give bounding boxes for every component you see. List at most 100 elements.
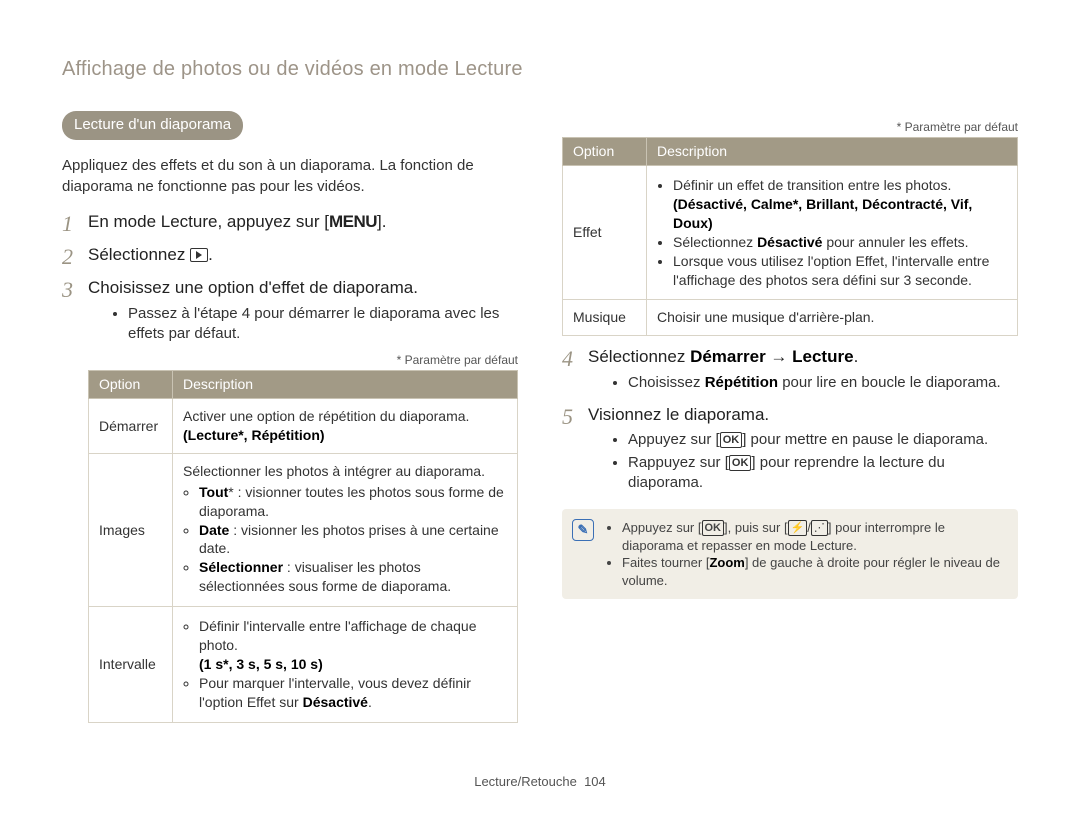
step-3-sublist: Passez à l'étape 4 pour démarrer le diap…: [88, 304, 518, 345]
step-5-sublist: Appuyez sur [OK] pour mettre en pause le…: [588, 430, 1018, 493]
txt: Choisissez: [628, 374, 705, 391]
opt-intervalle-desc: Définir l'intervalle entre l'affichage d…: [173, 607, 518, 722]
step-3: Choisissez une option d'effet de diapora…: [62, 277, 518, 723]
txt: ], puis sur [: [724, 520, 788, 535]
table-row: Images Sélectionner les photos à intégre…: [89, 453, 518, 606]
step-3-title: Choisissez une option d'effet de diapora…: [88, 278, 418, 297]
list-item: Lorsque vous utilisez l'option Effet, l'…: [673, 252, 1007, 290]
step-2-text-b: .: [208, 245, 213, 264]
ok-button-icon: OK: [720, 432, 743, 448]
list-item: Faites tourner [Zoom] de gauche à droite…: [622, 554, 1004, 589]
note-box: ✎ Appuyez sur [OK], puis sur [⚡/⋰] pour …: [562, 509, 1018, 599]
step-1: En mode Lecture, appuyez sur [MENU].: [62, 211, 518, 234]
table-row: Musique Choisir une musique d'arrière-pl…: [563, 300, 1018, 336]
bold-repetition: Répétition: [705, 374, 778, 391]
list-item: Pour marquer l'intervalle, vous devez dé…: [199, 674, 507, 712]
txt: * : visionner toutes les photos sous for…: [199, 484, 504, 519]
step-1-text-b: ].: [377, 212, 386, 231]
step-4: Sélectionnez Démarrer → Lecture. Choisis…: [562, 346, 1018, 393]
th-description: Description: [173, 371, 518, 399]
txt: pour lire en boucle le diaporama.: [778, 374, 1001, 391]
footer-section: Lecture/Retouche: [474, 774, 577, 789]
footer-page-number: 104: [584, 774, 606, 789]
list-item: Date : visionner les photos prises à une…: [199, 521, 507, 559]
right-column: * Paramètre par défaut Option Descriptio…: [562, 111, 1018, 729]
menu-button-label: MENU: [329, 212, 377, 231]
page-header: Affichage de photos ou de vidéos en mode…: [62, 56, 1018, 83]
page-footer: Lecture/Retouche 104: [0, 773, 1080, 791]
step-2-text-a: Sélectionnez: [88, 245, 190, 264]
th-option: Option: [89, 371, 173, 399]
bold-date: Date: [199, 522, 229, 538]
note-list: Appuyez sur [OK], puis sur [⚡/⋰] pour in…: [606, 519, 1004, 589]
txt: Appuyez sur [: [628, 431, 720, 448]
opt-effet-name: Effet: [563, 166, 647, 300]
txt: .: [854, 347, 859, 366]
opt-images-name: Images: [89, 453, 173, 606]
left-column: Lecture d'un diaporama Appliquez des eff…: [62, 111, 518, 729]
table-row: Démarrer Activer une option de répétitio…: [89, 399, 518, 454]
table-row: Effet Définir un effet de transition ent…: [563, 166, 1018, 300]
slideshow-icon: [190, 248, 208, 262]
table-row: Intervalle Définir l'intervalle entre l'…: [89, 607, 518, 722]
flash-icon: ⚡: [788, 520, 808, 536]
opt-musique-desc: Choisir une musique d'arrière-plan.: [647, 300, 1018, 336]
txt: Sélectionnez: [673, 234, 757, 250]
txt: Faites tourner [: [622, 555, 709, 570]
list-item: Tout* : visionner toutes les photos sous…: [199, 483, 507, 521]
step-1-text-a: En mode Lecture, appuyez sur [: [88, 212, 329, 231]
arrow-icon: →: [766, 347, 792, 366]
intro-text: Appliquez des effets et du son à un diap…: [62, 156, 518, 197]
list-item: Choisissez Répétition pour lire en boucl…: [628, 373, 1018, 393]
opt-effet-desc: Définir un effet de transition entre les…: [647, 166, 1018, 300]
opt-images-line: Sélectionner les photos à intégrer au di…: [183, 463, 485, 479]
txt: Sélectionnez: [588, 347, 690, 366]
bold-select: Sélectionner: [199, 559, 283, 575]
txt: pour annuler les effets.: [822, 234, 968, 250]
bold-desactive: Désactivé: [303, 694, 368, 710]
th-option: Option: [563, 138, 647, 166]
opt-demarrer-bold: (Lecture*, Répétition): [183, 427, 325, 443]
bold-effects: (Désactivé, Calme*, Brillant, Décontract…: [673, 196, 972, 231]
bold-demarrer: Démarrer: [690, 347, 766, 366]
bold-interval: (1 s*, 3 s, 5 s, 10 s): [199, 656, 323, 672]
txt: Définir l'intervalle entre l'affichage d…: [199, 618, 476, 653]
txt: .: [368, 694, 372, 710]
opt-musique-name: Musique: [563, 300, 647, 336]
bold-tout: Tout: [199, 484, 228, 500]
th-description: Description: [647, 138, 1018, 166]
opt-demarrer-line: Activer une option de répétition du diap…: [183, 408, 469, 424]
ok-button-icon: OK: [702, 520, 725, 536]
steps-list-right: Sélectionnez Démarrer → Lecture. Choisis…: [562, 346, 1018, 493]
list-item: Rappuyez sur [OK] pour reprendre la lect…: [628, 453, 1018, 494]
steps-list-left: En mode Lecture, appuyez sur [MENU]. Sél…: [62, 211, 518, 723]
txt: Appuyez sur [: [622, 520, 702, 535]
txt: : visionner les photos prises à une cert…: [199, 522, 499, 557]
page: Affichage de photos ou de vidéos en mode…: [0, 0, 1080, 815]
ok-button-icon: OK: [729, 455, 752, 471]
options-table-right: Option Description Effet Définir un effe…: [562, 137, 1018, 336]
opt-intervalle-name: Intervalle: [89, 607, 173, 722]
options-table-left: Option Description Démarrer Activer une …: [88, 370, 518, 722]
bold-desactive: Désactivé: [757, 234, 822, 250]
list-item: Définir un effet de transition entre les…: [673, 176, 1007, 233]
default-footnote-right: * Paramètre par défaut: [562, 119, 1018, 135]
step-5-title: Visionnez le diaporama.: [588, 405, 769, 424]
section-pill: Lecture d'un diaporama: [62, 111, 243, 140]
step-5: Visionnez le diaporama. Appuyez sur [OK]…: [562, 404, 1018, 494]
list-item: Sélectionnez Désactivé pour annuler les …: [673, 233, 1007, 252]
step-2: Sélectionnez .: [62, 244, 518, 267]
opt-demarrer-desc: Activer une option de répétition du diap…: [173, 399, 518, 454]
bold-zoom: Zoom: [709, 555, 744, 570]
list-item: Appuyez sur [OK], puis sur [⚡/⋰] pour in…: [622, 519, 1004, 554]
wireless-icon: ⋰: [811, 520, 828, 536]
opt-demarrer-name: Démarrer: [89, 399, 173, 454]
two-column-layout: Lecture d'un diaporama Appliquez des eff…: [62, 111, 1018, 729]
txt: Rappuyez sur [: [628, 454, 729, 471]
bold-lecture: Lecture: [792, 347, 853, 366]
list-item: Sélectionner : visualiser les photos sél…: [199, 558, 507, 596]
info-icon: ✎: [572, 519, 594, 541]
list-item: Appuyez sur [OK] pour mettre en pause le…: [628, 430, 1018, 450]
step-3-bullet: Passez à l'étape 4 pour démarrer le diap…: [128, 304, 518, 345]
txt: ] pour mettre en pause le diaporama.: [742, 431, 988, 448]
